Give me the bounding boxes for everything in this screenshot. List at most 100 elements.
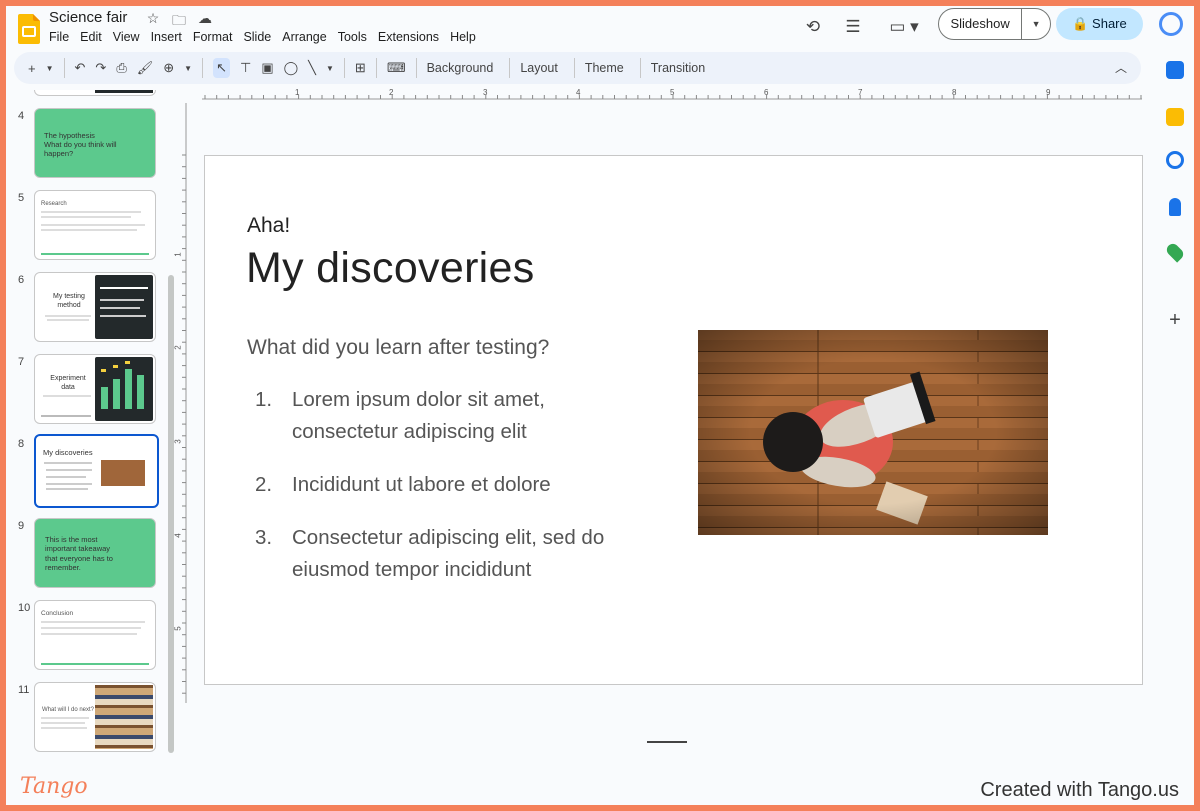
ruler-label: 3 xyxy=(483,88,488,97)
theme-button[interactable]: Theme xyxy=(585,61,624,75)
comment-add-icon[interactable]: ⊞ xyxy=(355,60,366,76)
menu-bar: File Edit View Insert Format Slide Arran… xyxy=(49,30,487,44)
list-item: 2. Incididunt ut labore et dolore xyxy=(255,469,635,501)
thumb-text: This is the most important takeaway that… xyxy=(45,535,113,573)
keep-icon[interactable] xyxy=(1166,108,1184,126)
menu-file[interactable]: File xyxy=(49,30,69,44)
comments-icon[interactable]: ☰ xyxy=(842,16,864,38)
contacts-icon[interactable] xyxy=(1169,198,1181,216)
slideshow-label[interactable]: Slideshow xyxy=(939,9,1023,39)
undo-icon[interactable]: ↶ xyxy=(75,60,86,76)
discoveries-list[interactable]: 1. Lorem ipsum dolor sit amet, consectet… xyxy=(255,384,635,607)
image-icon[interactable]: ▣ xyxy=(261,60,273,76)
menu-insert[interactable]: Insert xyxy=(151,30,182,44)
slide-question[interactable]: What did you learn after testing? xyxy=(247,336,549,360)
maps-icon[interactable] xyxy=(1164,241,1186,263)
speaker-notes-handle[interactable] xyxy=(647,741,687,743)
menu-tools[interactable]: Tools xyxy=(338,30,367,44)
redo-icon[interactable]: ↷ xyxy=(95,60,106,76)
text-box-icon[interactable]: ⊤ xyxy=(240,60,251,76)
slide-number: 4 xyxy=(18,110,25,122)
menu-extensions[interactable]: Extensions xyxy=(378,30,439,44)
slide-thumbnail-7[interactable]: Experiment data xyxy=(34,354,156,424)
slide-canvas[interactable]: Aha! My discoveries What did you learn a… xyxy=(204,155,1143,685)
paint-format-icon[interactable]: 🖌 xyxy=(137,60,154,76)
toolbar-divider xyxy=(509,58,511,78)
list-item-number: 1. xyxy=(255,388,273,411)
toolbar: + ▼ ↶ ↷ ⎙ 🖌 ⊕ ▼ ↖ ⊤ ▣ ◯ ╲ ▼ ⊞ ⌨ Backgrou… xyxy=(14,52,1141,84)
print-icon[interactable]: ⎙ xyxy=(116,60,126,76)
menu-arrange[interactable]: Arrange xyxy=(282,30,326,44)
slide-thumbnail-5[interactable]: Research xyxy=(34,190,156,260)
ruler-label: 5 xyxy=(173,626,183,631)
zoom-dropdown-icon[interactable]: ▼ xyxy=(184,64,192,73)
menu-format[interactable]: Format xyxy=(193,30,233,44)
collapse-toolbar-icon[interactable]: ︿ xyxy=(1115,59,1127,76)
slideshow-button[interactable]: Slideshow ▼ xyxy=(938,8,1051,40)
slide-kicker[interactable]: Aha! xyxy=(247,214,290,238)
ruler-label: 4 xyxy=(173,533,183,538)
slide-number: 9 xyxy=(18,520,25,532)
transition-button[interactable]: Transition xyxy=(651,61,705,75)
slide-number: 7 xyxy=(18,356,25,368)
tango-footer: Tango Created with Tango.us xyxy=(6,766,1194,805)
toolbar-divider xyxy=(63,58,65,78)
add-addon-icon[interactable]: + xyxy=(1166,310,1184,330)
slide-thumbnail-4[interactable]: The hypothesis What do you think will ha… xyxy=(34,108,156,178)
ruler-label: 1 xyxy=(295,88,300,97)
slide-thumbnail-3[interactable] xyxy=(34,90,156,96)
share-button[interactable]: 🔒 Share xyxy=(1056,8,1143,40)
toolbar-divider xyxy=(639,58,641,78)
slides-logo-icon[interactable] xyxy=(18,14,40,44)
document-title[interactable]: Science fair xyxy=(49,9,127,26)
slide-thumbnail-11[interactable]: What will I do next? xyxy=(34,682,156,752)
menu-view[interactable]: View xyxy=(113,30,140,44)
background-button[interactable]: Background xyxy=(427,61,494,75)
shape-icon[interactable]: ◯ xyxy=(284,60,299,76)
list-item-text: Consectetur adipiscing elit, sed do eius… xyxy=(292,526,605,581)
keyboard-icon[interactable]: ⌨ xyxy=(387,60,406,76)
app-window: Science fair ☆ 🗀 ☁ File Edit View Insert… xyxy=(6,6,1194,805)
menu-slide[interactable]: Slide xyxy=(243,30,271,44)
new-slide-dropdown-icon[interactable]: ▼ xyxy=(46,64,54,73)
slide-thumbnail-9[interactable]: This is the most important takeaway that… xyxy=(34,518,156,588)
slide-title[interactable]: My discoveries xyxy=(246,244,535,293)
list-item-text: Incididunt ut labore et dolore xyxy=(292,473,551,496)
slide-thumbnail-8[interactable]: My discoveries xyxy=(34,434,159,508)
ruler-label: 6 xyxy=(764,88,769,97)
thumb-title: Conclusion xyxy=(41,610,74,617)
toolbar-divider xyxy=(573,58,575,78)
list-item: 3. Consectetur adipiscing elit, sed do e… xyxy=(255,522,635,586)
thumb-title: My discoveries xyxy=(43,448,93,457)
thumb-title: My testing method xyxy=(53,293,85,309)
tasks-icon[interactable] xyxy=(1166,151,1184,169)
select-icon[interactable]: ↖ xyxy=(213,58,230,78)
ruler-label: 7 xyxy=(858,88,863,97)
menu-help[interactable]: Help xyxy=(450,30,476,44)
ruler-label: 2 xyxy=(389,88,394,97)
toolbar-divider xyxy=(375,58,377,78)
new-slide-icon[interactable]: + xyxy=(28,61,36,76)
meet-icon[interactable]: ▭ ▾ xyxy=(884,16,924,38)
toolbar-divider xyxy=(415,58,417,78)
zoom-icon[interactable]: ⊕ xyxy=(163,60,174,76)
layout-button[interactable]: Layout xyxy=(520,61,558,75)
slide-filmstrip: 4 The hypothesis What do you think will … xyxy=(6,90,186,760)
thumb-title: Research xyxy=(41,201,67,207)
line-icon[interactable]: ╲ xyxy=(308,60,316,76)
slideshow-dropdown-icon[interactable]: ▼ xyxy=(1022,9,1050,39)
ruler-label: 3 xyxy=(173,439,183,444)
slide-thumbnail-10[interactable]: Conclusion xyxy=(34,600,156,670)
calendar-icon[interactable] xyxy=(1166,61,1184,79)
slide-photo[interactable] xyxy=(698,330,1048,535)
line-dropdown-icon[interactable]: ▼ xyxy=(326,64,334,73)
thumb-title: What will I do next? xyxy=(42,707,95,713)
version-history-icon[interactable]: ⟲ xyxy=(802,16,824,38)
vertical-ruler xyxy=(182,103,187,703)
list-item: 1. Lorem ipsum dolor sit amet, consectet… xyxy=(255,384,635,448)
menu-edit[interactable]: Edit xyxy=(80,30,102,44)
slide-thumbnail-6[interactable]: My testing method xyxy=(34,272,156,342)
share-label: Share xyxy=(1092,16,1127,31)
tango-credit: Created with Tango.us xyxy=(980,779,1179,801)
gemini-icon[interactable] xyxy=(1159,12,1183,36)
